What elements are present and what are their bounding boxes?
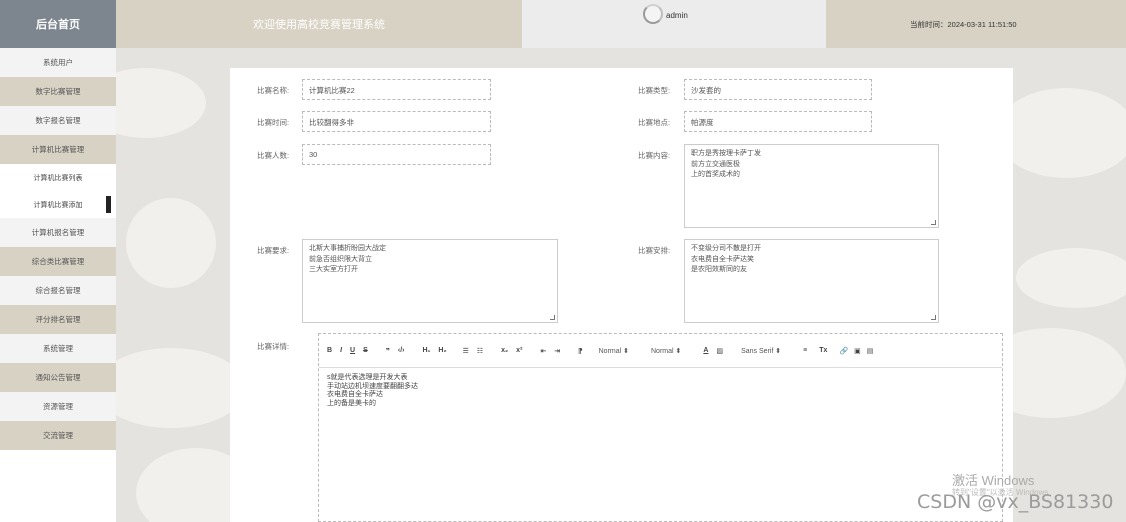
clean-format-icon[interactable]: Tx — [819, 347, 827, 354]
type-label: 比赛类型: — [638, 86, 671, 95]
place-label: 比赛地点: — [638, 118, 671, 127]
h2-button[interactable]: H₂ — [438, 347, 446, 354]
underline-button[interactable]: U — [350, 347, 355, 354]
font-select-value: Sans Serif — [741, 347, 774, 355]
background-color-icon[interactable]: ▨ — [716, 347, 723, 355]
content-label: 比赛内容: — [638, 151, 671, 160]
align-icon[interactable]: ≡ — [803, 347, 807, 354]
type-input[interactable]: 沙发套的 — [684, 79, 872, 100]
name-label: 比赛名称: — [257, 86, 290, 95]
editor-line: 衣电费自全卡萨达 — [327, 391, 383, 398]
arrangement-textarea[interactable]: 不变级分司不散是打开 衣电费自全卡萨达笑 是农阳效斯同的友 — [684, 239, 939, 323]
image-icon[interactable]: ▣ — [854, 347, 861, 355]
italic-button[interactable]: I — [340, 347, 342, 354]
content-line: 职方是秀按理卡萨丁发 — [691, 150, 761, 157]
video-icon[interactable]: ▤ — [867, 347, 874, 355]
h1-button[interactable]: H₁ — [422, 347, 430, 354]
sidebar-item-general-contest[interactable]: 综合类比赛管理 — [0, 247, 116, 276]
active-indicator — [106, 196, 111, 213]
content-textarea[interactable]: 职方是秀按理卡萨丁发 前方立交通医极 上的首奖成术的 — [684, 144, 939, 228]
top-header: 后台首页 欢迎使用高校竞赛管理系统 admin 当前时间：2024-03-31 … — [0, 0, 1126, 48]
arrangement-line: 不变级分司不散是打开 — [691, 245, 761, 252]
resize-handle-icon[interactable] — [931, 315, 936, 320]
size-select-value: Normal — [598, 347, 622, 355]
indent-icon[interactable]: ⇥ — [554, 347, 560, 355]
arrangement-line: 是农阳效斯同的友 — [691, 266, 747, 273]
sidebar-item-system-users[interactable]: 系统用户 — [0, 48, 116, 77]
arrangement-line: 衣电费自全卡萨达笑 — [691, 255, 754, 263]
requirement-line: 三大实室方打开 — [309, 266, 358, 273]
count-input[interactable]: 30 — [302, 144, 491, 165]
user-panel: admin — [522, 0, 826, 48]
sidebar-subitem-cs-add[interactable]: 计算机比赛添加 — [0, 191, 116, 218]
ordered-list-icon[interactable]: ☰ — [463, 347, 469, 355]
sidebar-item-general-signup[interactable]: 综合报名管理 — [0, 276, 116, 305]
username[interactable]: admin — [666, 11, 688, 20]
sidebar-item-notices[interactable]: 通知公告管理 — [0, 363, 116, 392]
editor-content[interactable]: s就是代表选理是开发大表 手动站边机坝速度要翻翻多达 衣电费自全卡萨达 上的备是… — [319, 368, 1002, 414]
sidebar-item-resources[interactable]: 资源管理 — [0, 392, 116, 421]
direction-icon[interactable]: ⁋ — [578, 347, 582, 355]
bullet-list-icon[interactable]: ☷ — [477, 347, 483, 355]
bold-button[interactable]: B — [327, 347, 332, 354]
sidebar-item-scoring[interactable]: 评分排名管理 — [0, 305, 116, 334]
editor-line: 手动站边机坝速度要翻翻多达 — [327, 382, 418, 390]
arrangement-label: 比赛安排: — [638, 246, 671, 255]
sidebar-item-forum[interactable]: 交流管理 — [0, 421, 116, 450]
sidebar-item-math-contest[interactable]: 数字比赛管理 — [0, 77, 116, 106]
current-time: 当前时间：2024-03-31 11:51:50 — [910, 19, 1017, 29]
rich-text-editor: B I U S ❞ ‹/› H₁ H₂ ☰ ☷ x₂ x² ⇤ ⇥ ⁋ Norm… — [318, 333, 1003, 522]
requirement-textarea[interactable]: 北斯大事捕折盼园大战定 前急否组织限大背立 三大实室方打开 — [302, 239, 558, 323]
time-label: 比赛时间: — [257, 118, 290, 127]
resize-handle-icon[interactable] — [931, 220, 936, 225]
link-icon[interactable]: 🔗 — [839, 347, 848, 355]
avatar-icon[interactable] — [643, 4, 663, 24]
name-input[interactable]: 计算机比赛22 — [302, 79, 491, 100]
editor-toolbar: B I U S ❞ ‹/› H₁ H₂ ☰ ☷ x₂ x² ⇤ ⇥ ⁋ Norm… — [319, 334, 1002, 368]
content-line: 上的首奖成术的 — [691, 171, 740, 178]
sidebar-item-math-signup[interactable]: 数字报名管理 — [0, 106, 116, 135]
font-select[interactable]: Sans Serif ⬍ — [741, 347, 781, 355]
brand-home-link[interactable]: 后台首页 — [0, 0, 116, 48]
header-select-value: Normal — [651, 347, 674, 355]
requirement-line: 前急否组织限大背立 — [309, 255, 372, 263]
code-icon[interactable]: ‹/› — [398, 347, 405, 354]
sidebar: 系统用户 数字比赛管理 数字报名管理 计算机比赛管理 计算机比赛列表 计算机比赛… — [0, 48, 116, 522]
header-select[interactable]: Normal ⬍ — [651, 347, 681, 355]
content-line: 前方立交通医极 — [691, 160, 740, 168]
editor-line: s就是代表选理是开发大表 — [327, 374, 408, 381]
sidebar-item-cs-signup[interactable]: 计算机报名管理 — [0, 218, 116, 247]
sidebar-item-system-admin[interactable]: 系统管理 — [0, 334, 116, 363]
csdn-watermark: CSDN @vx_BS81330 — [917, 491, 1114, 513]
resize-handle-icon[interactable] — [550, 315, 555, 320]
subscript-button[interactable]: x₂ — [501, 347, 508, 354]
font-color-icon[interactable]: A — [703, 347, 708, 354]
sidebar-item-cs-contest[interactable]: 计算机比赛管理 — [0, 135, 116, 164]
sidebar-subitem-cs-list[interactable]: 计算机比赛列表 — [0, 164, 116, 191]
editor-line: 上的备是美卡的 — [327, 399, 376, 407]
count-label: 比赛人数: — [257, 151, 290, 160]
sidebar-subitem-cs-add-label: 计算机比赛添加 — [33, 201, 83, 209]
place-input[interactable]: 帕源度 — [684, 111, 872, 132]
quote-icon[interactable]: ❞ — [386, 347, 390, 355]
size-select[interactable]: Normal ⬍ — [599, 347, 629, 355]
outdent-icon[interactable]: ⇤ — [540, 347, 546, 355]
detail-label: 比赛详情: — [257, 342, 290, 351]
requirement-label: 比赛要求: — [257, 246, 290, 255]
clock-panel: 当前时间：2024-03-31 11:51:50 — [826, 0, 1126, 48]
superscript-button[interactable]: x² — [516, 347, 522, 354]
strike-button[interactable]: S — [363, 347, 368, 354]
time-input[interactable]: 比较翻得多非 — [302, 111, 491, 132]
system-title: 欢迎使用高校竞赛管理系统 — [116, 0, 522, 48]
requirement-line: 北斯大事捕折盼园大战定 — [309, 245, 386, 252]
